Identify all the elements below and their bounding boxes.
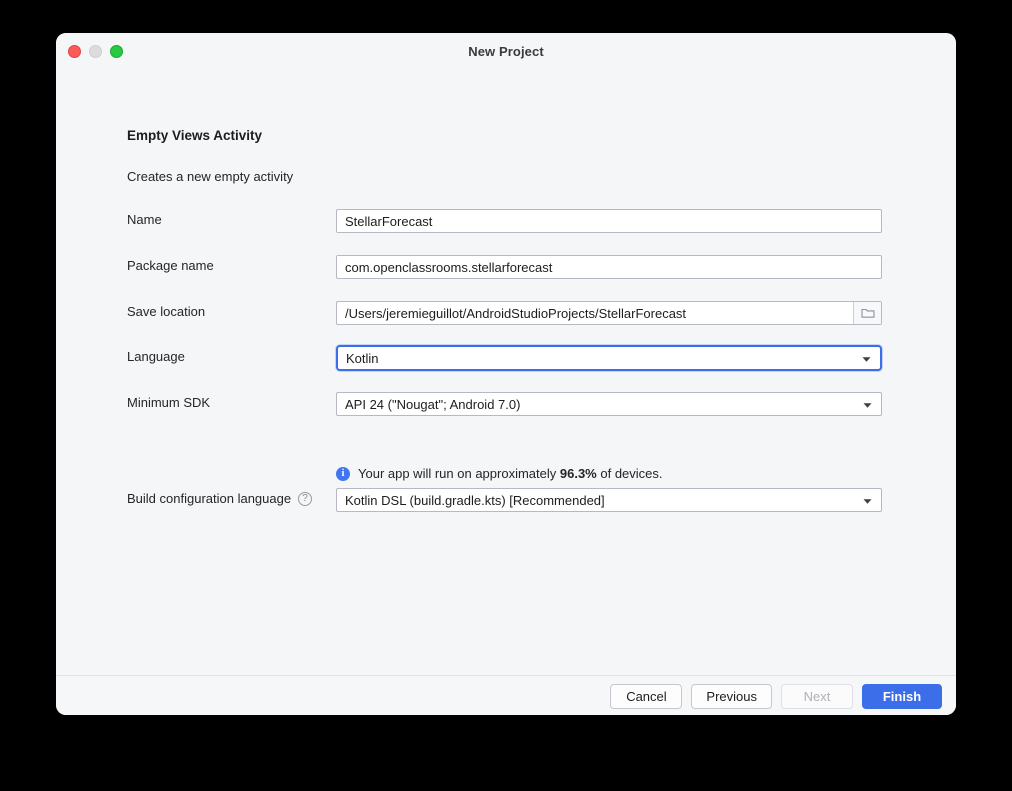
name-input[interactable] bbox=[336, 209, 882, 233]
new-project-dialog: New Project Empty Views Activity Creates… bbox=[56, 33, 956, 715]
language-field-wrap: Kotlin bbox=[336, 345, 882, 371]
sdk-info-text-before: Your app will run on approximately bbox=[358, 466, 557, 481]
save-location-input[interactable] bbox=[336, 301, 882, 325]
dialog-body: Empty Views Activity Creates a new empty… bbox=[56, 71, 956, 675]
build-configuration-language-select[interactable]: Kotlin DSL (build.gradle.kts) [Recommend… bbox=[336, 488, 882, 512]
save-location-field-wrap bbox=[336, 301, 882, 325]
name-label: Name bbox=[127, 212, 162, 227]
dialog-footer: Cancel Previous Next Finish bbox=[56, 675, 956, 715]
row-language: Language Kotlin bbox=[56, 345, 956, 371]
name-field-wrap bbox=[336, 209, 882, 233]
folder-icon[interactable] bbox=[853, 302, 881, 324]
row-package-name: Package name bbox=[56, 255, 956, 279]
build-configuration-language-field-wrap: Kotlin DSL (build.gradle.kts) [Recommend… bbox=[336, 488, 882, 512]
dialog-title: New Project bbox=[468, 44, 544, 59]
package-name-label: Package name bbox=[127, 258, 214, 273]
finish-button[interactable]: Finish bbox=[862, 684, 942, 709]
question-mark-icon[interactable]: ? bbox=[298, 491, 313, 506]
minimum-sdk-field-wrap: API 24 ("Nougat"; Android 7.0) bbox=[336, 392, 882, 416]
language-select[interactable]: Kotlin bbox=[336, 345, 882, 371]
build-configuration-language-label-group: Build configuration language ? bbox=[127, 491, 313, 506]
step-description: Creates a new empty activity bbox=[127, 169, 294, 184]
dialog-titlebar: New Project bbox=[56, 33, 956, 71]
package-name-field-wrap bbox=[336, 255, 882, 279]
previous-button[interactable]: Previous bbox=[691, 684, 772, 709]
language-selected-value: Kotlin bbox=[346, 350, 379, 366]
sdk-info-line: i Your app will run on approximately 96.… bbox=[336, 466, 663, 481]
footer-button-group: Cancel Previous Next Finish bbox=[610, 684, 942, 709]
next-button: Next bbox=[781, 684, 853, 709]
chevron-down-icon bbox=[863, 493, 872, 508]
info-icon: i bbox=[336, 467, 350, 481]
chevron-down-icon bbox=[862, 351, 871, 366]
row-save-location: Save location bbox=[56, 301, 956, 325]
step-title: Empty Views Activity bbox=[127, 128, 263, 143]
build-configuration-language-selected-value: Kotlin DSL (build.gradle.kts) [Recommend… bbox=[345, 492, 605, 508]
language-label: Language bbox=[127, 349, 185, 364]
package-name-input[interactable] bbox=[336, 255, 882, 279]
save-location-label: Save location bbox=[127, 304, 206, 319]
cancel-button[interactable]: Cancel bbox=[610, 684, 683, 709]
sdk-percentage: 96.3% bbox=[559, 466, 597, 481]
row-build-configuration-language: Build configuration language ? Kotlin DS… bbox=[56, 488, 956, 512]
sdk-info-text-after: of devices. bbox=[600, 466, 663, 481]
minimum-sdk-selected-value: API 24 ("Nougat"; Android 7.0) bbox=[345, 396, 521, 412]
minimum-sdk-label: Minimum SDK bbox=[127, 395, 211, 410]
row-name: Name bbox=[56, 209, 956, 233]
chevron-down-icon bbox=[863, 397, 872, 412]
sdk-info-text: Your app will run on approximately 96.3%… bbox=[358, 466, 663, 481]
minimum-sdk-select[interactable]: API 24 ("Nougat"; Android 7.0) bbox=[336, 392, 882, 416]
row-minimum-sdk: Minimum SDK API 24 ("Nougat"; Android 7.… bbox=[56, 392, 956, 416]
screen: New Project Empty Views Activity Creates… bbox=[0, 0, 1012, 791]
build-configuration-language-label: Build configuration language bbox=[127, 491, 292, 506]
